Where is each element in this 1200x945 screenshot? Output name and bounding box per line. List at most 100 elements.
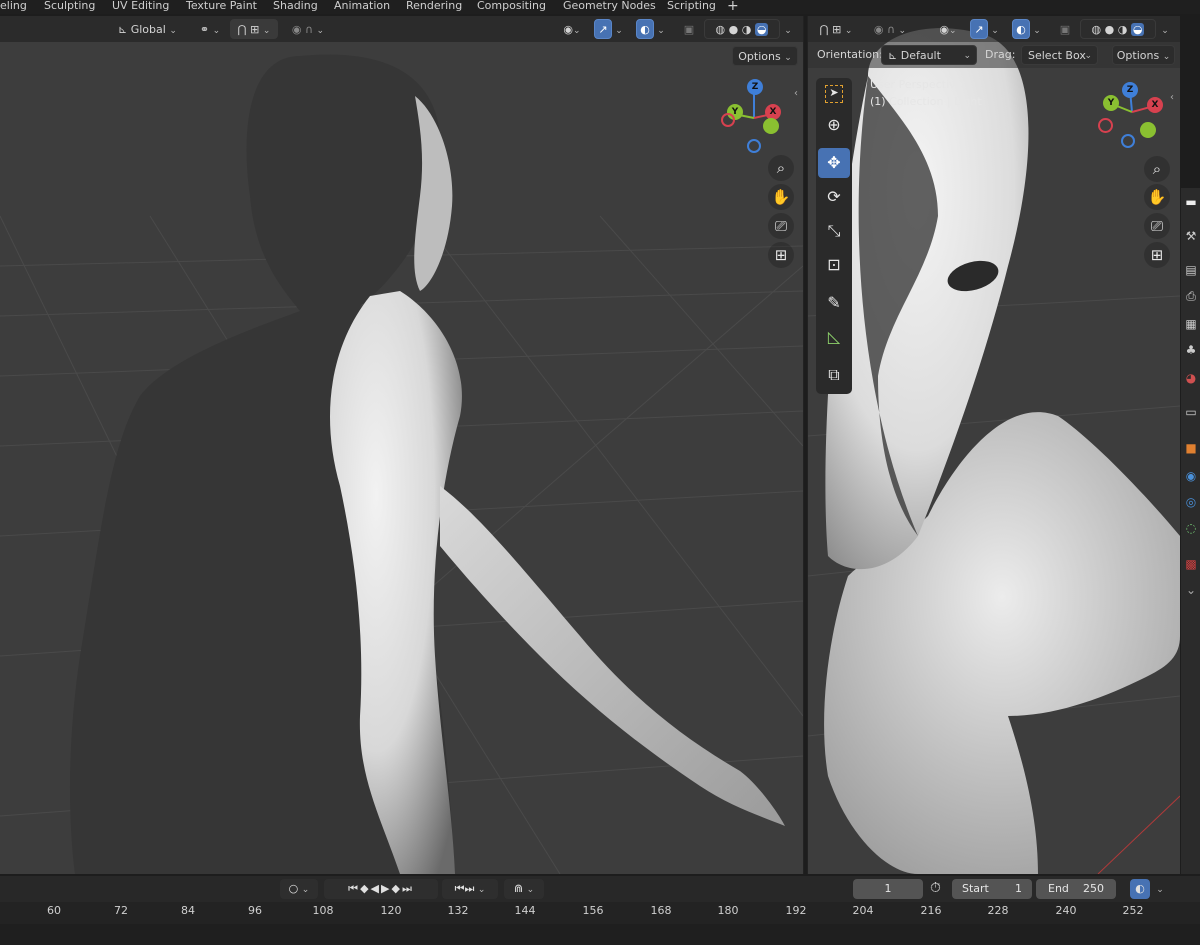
right-snap-toggle[interactable]: ⋂ ⊞ ⌄ (812, 19, 860, 39)
texture-icon[interactable]: ▩ (1183, 556, 1199, 572)
solid-shading-icon[interactable]: ● (729, 23, 739, 36)
gizmo-z-axis[interactable]: Z (1122, 82, 1138, 98)
right-sidebar-collapse-arrow[interactable]: ‹ (1170, 92, 1174, 103)
proportional-edit-toggle[interactable]: ◉ ∩ ⌄ (284, 19, 332, 39)
keying-dropdown[interactable]: ○ ⌄ (280, 879, 318, 899)
camera-icon[interactable]: ⎚ (768, 213, 794, 239)
tab-rendering[interactable]: Rendering (406, 0, 462, 14)
collection-icon[interactable]: ▭ (1183, 404, 1199, 420)
navigation-gizmo-right[interactable]: Z Y X (1096, 82, 1168, 162)
tab-shading[interactable]: Shading (273, 0, 318, 14)
object-icon[interactable]: ■ (1183, 440, 1199, 456)
tab-uv-editing[interactable]: UV Editing (112, 0, 169, 14)
light-data-icon[interactable]: ◌ (1183, 520, 1199, 536)
pan-hand-icon[interactable]: ✋ (1144, 184, 1170, 210)
perspective-grid-icon[interactable]: ⊞ (768, 242, 794, 268)
sidebar-collapse-arrow[interactable]: ‹ (794, 88, 798, 99)
material-shading-icon[interactable]: ◑ (1118, 23, 1128, 36)
timeline-overlay-dropdown[interactable]: ⌄ (1152, 879, 1168, 899)
render-icon[interactable]: ▤ (1183, 262, 1199, 278)
snap-toggle[interactable]: ⋂ ⊞ ⌄ (230, 19, 278, 39)
move-tool[interactable]: ✥ (818, 148, 850, 178)
gizmo-neg-z[interactable] (1121, 134, 1135, 148)
rendered-shading-icon[interactable]: ◒ (1130, 23, 1145, 36)
world-icon[interactable]: ◕ (1183, 370, 1199, 386)
zoom-icon[interactable]: ⌕ (768, 155, 794, 181)
shading-dropdown[interactable]: ⌄ (781, 19, 795, 39)
right-overlays-dropdown[interactable]: ⌄ (1030, 19, 1044, 39)
tab-animation[interactable]: Animation (334, 0, 390, 14)
right-shading-dropdown[interactable]: ⌄ (1158, 19, 1172, 39)
view-layer-icon[interactable]: ▦ (1183, 316, 1199, 332)
wireframe-shading-icon[interactable]: ◍ (1092, 23, 1102, 36)
keyframe-nav[interactable]: ⏮⏭ ⌄ (442, 879, 498, 899)
tab-sculpting[interactable]: Sculpting (44, 0, 95, 14)
right-gizmo-dropdown[interactable]: ⌄ (988, 19, 1002, 39)
gizmo-z-axis[interactable]: Z (747, 79, 763, 95)
stopwatch-icon[interactable]: ⏱ (930, 880, 941, 896)
jump-start-icon[interactable]: ⏮ (348, 882, 360, 895)
physics-icon[interactable]: ◎ (1183, 494, 1199, 510)
gizmo-neg-y[interactable] (763, 118, 779, 134)
timeline-overlay-toggle[interactable]: ◐ (1130, 879, 1150, 899)
transform-orientation-dropdown[interactable]: ⊾ Global ⌄ (115, 19, 190, 39)
right-visibility-dropdown[interactable]: ◉⌄ (932, 19, 964, 39)
tool-properties-icon[interactable]: ▬ (1183, 194, 1199, 210)
cursor-tool[interactable]: ⊕ (818, 110, 850, 140)
play-icon[interactable]: ▶ (381, 882, 391, 895)
auto-key-dropdown[interactable]: ⋒ ⌄ (504, 879, 544, 899)
scene-icon[interactable]: ♣ (1183, 342, 1199, 358)
gizmo-toggle[interactable]: ↗ (594, 19, 612, 39)
tab-compositing[interactable]: Compositing (477, 0, 546, 14)
tab-texture-paint[interactable]: Texture Paint (186, 0, 257, 14)
timeline-keyframe-area[interactable] (0, 924, 1200, 945)
properties-more-icon[interactable]: ⌄ (1183, 582, 1199, 598)
tool-settings-icon[interactable]: ⚒ (1183, 228, 1199, 244)
annotate-tool[interactable]: ✎ (818, 288, 850, 318)
select-box-tool[interactable]: ➤ (818, 78, 850, 108)
gizmo-neg-x[interactable] (1098, 118, 1113, 133)
pan-hand-icon[interactable]: ✋ (768, 184, 794, 210)
gizmo-neg-x[interactable] (721, 113, 735, 127)
perspective-grid-icon[interactable]: ⊞ (1144, 242, 1170, 268)
right-overlays-toggle[interactable]: ◐ (1012, 19, 1030, 39)
start-frame-field[interactable]: Start 1 (952, 879, 1032, 899)
scale-tool[interactable]: ⤡ (818, 216, 850, 246)
pivot-point-dropdown[interactable]: ⚭ ⌄ (196, 19, 224, 39)
gizmo-x-axis[interactable]: X (1147, 97, 1163, 113)
next-keyframe-icon[interactable]: ◆ (391, 882, 401, 895)
right-gizmo-toggle[interactable]: ↗ (970, 19, 988, 39)
drag-dropdown[interactable]: Select Box ⌄ (1021, 45, 1098, 65)
prev-keyframe-icon[interactable]: ◆ (360, 882, 370, 895)
end-frame-field[interactable]: End 250 (1036, 879, 1116, 899)
overlays-toggle[interactable]: ◐ (636, 19, 654, 39)
left-options-dropdown[interactable]: Options ⌄ (732, 46, 798, 66)
gizmo-dropdown[interactable]: ⌄ (612, 19, 626, 39)
orientation-dropdown[interactable]: ⊾ Default ⌄ (881, 45, 977, 65)
right-proportional-toggle[interactable]: ◉ ∩ ⌄ (866, 19, 914, 39)
navigation-gizmo[interactable]: Z Y X (718, 78, 788, 158)
camera-icon[interactable]: ⎚ (1144, 213, 1170, 239)
transform-tool[interactable]: ⊡ (818, 250, 850, 280)
modifier-icon[interactable]: ◉ (1183, 468, 1199, 484)
tab-scripting[interactable]: Scripting (667, 0, 716, 14)
rendered-shading-icon[interactable]: ◒ (754, 23, 769, 36)
right-options-dropdown[interactable]: Options ⌄ (1112, 45, 1175, 65)
jump-end-icon[interactable]: ⏭ (402, 882, 414, 895)
gizmo-y-axis[interactable]: Y (1103, 95, 1119, 111)
timeline-ruler[interactable]: 60 72 84 96 108 120 132 144 156 168 180 … (0, 902, 1200, 924)
add-cube-tool[interactable]: ⧉ (818, 360, 850, 390)
play-reverse-icon[interactable]: ◀ (371, 882, 381, 895)
tab-geometry-nodes[interactable]: Geometry Nodes (563, 0, 656, 14)
add-workspace-button[interactable]: + (727, 0, 739, 14)
gizmo-neg-z[interactable] (747, 139, 761, 153)
rotate-tool[interactable]: ⟳ (818, 182, 850, 212)
gizmo-neg-y[interactable] (1140, 122, 1156, 138)
viewport-left[interactable]: ⊾ Global ⌄ ⚭ ⌄ ⋂ ⊞ ⌄ ◉ ∩ ⌄ ◉⌄ ↗ ⌄ ◐ ⌄ ▣ … (0, 16, 804, 874)
visibility-dropdown[interactable]: ◉⌄ (556, 19, 588, 39)
material-shading-icon[interactable]: ◑ (742, 23, 752, 36)
current-frame-field[interactable]: 1 (853, 879, 923, 899)
overlays-dropdown[interactable]: ⌄ (654, 19, 668, 39)
measure-tool[interactable]: ◺ (818, 322, 850, 352)
viewport-right[interactable]: ⋂ ⊞ ⌄ ◉ ∩ ⌄ ◉⌄ ↗ ⌄ ◐ ⌄ ▣ ◍ ● ◑ ◒ ⌄ Orien… (807, 16, 1180, 874)
